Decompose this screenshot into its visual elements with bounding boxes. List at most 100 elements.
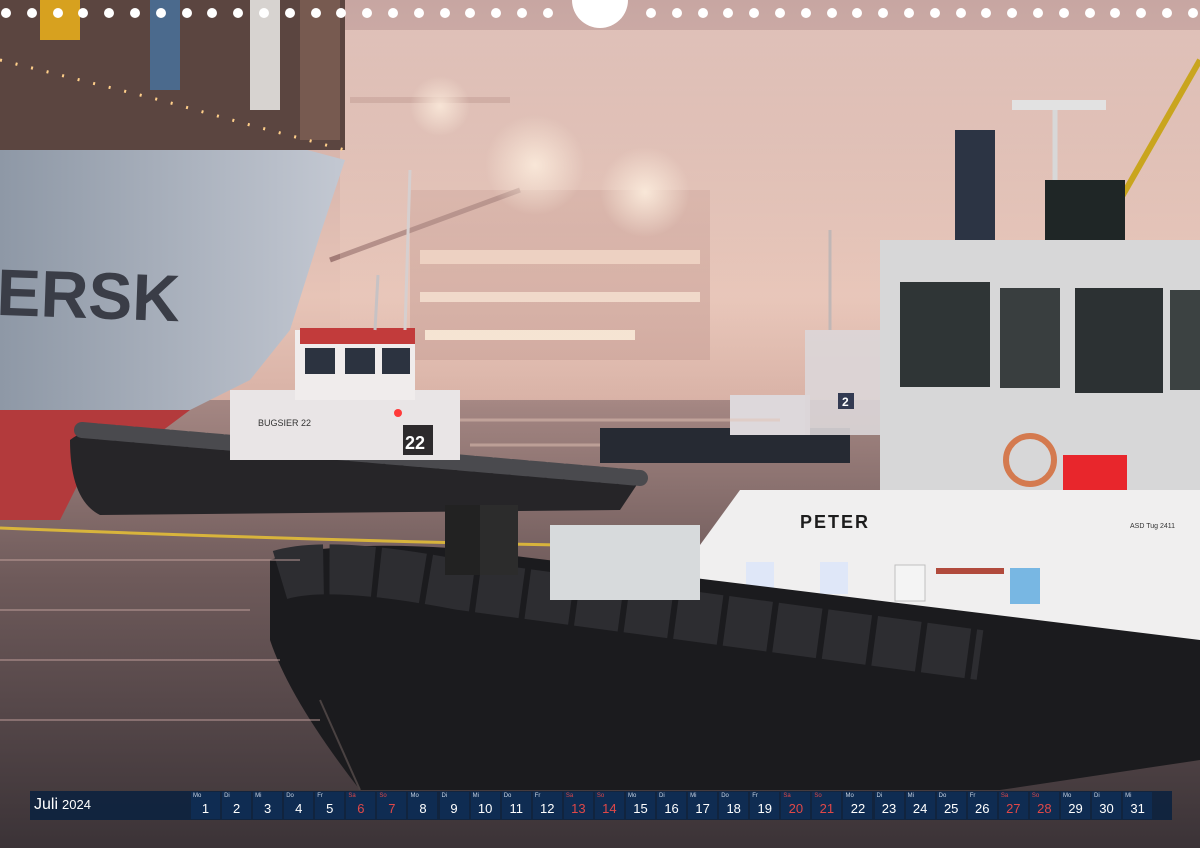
day-number: 23 — [881, 801, 897, 816]
binding-hole — [1007, 8, 1018, 18]
tug-left-name: BUGSIER 22 — [258, 418, 311, 428]
weekday-abbrev: Sa — [565, 793, 574, 799]
day-number: 16 — [664, 801, 679, 816]
day-number: 22 — [850, 801, 866, 816]
calendar-day: Di 23 — [874, 792, 904, 819]
binding-hole — [259, 8, 269, 18]
day-number: 30 — [1099, 801, 1114, 816]
day-number: 4 — [295, 801, 303, 816]
binding-hole — [284, 8, 295, 18]
binding-hole — [491, 8, 502, 18]
calendar-day: Di 9 — [439, 792, 469, 819]
day-number: 17 — [695, 801, 710, 816]
weekday-abbrev: Mi — [255, 793, 262, 799]
binding-hole — [749, 8, 760, 18]
weekday-abbrev: Mi — [907, 793, 914, 799]
calendar-day: Mi 3 — [253, 792, 283, 819]
weekday-abbrev: Sa — [1000, 793, 1009, 799]
binding-hole — [929, 8, 940, 18]
binding-hole — [181, 8, 192, 18]
day-number: 14 — [602, 801, 617, 816]
binding-hole — [310, 8, 321, 18]
day-number: 9 — [450, 801, 458, 816]
binding-hole — [233, 8, 244, 18]
calendar-day: Sa 13 — [563, 792, 593, 819]
day-number: 1 — [201, 801, 210, 816]
month-label: Juli 2024 — [34, 796, 91, 814]
binding-hole — [26, 8, 37, 18]
calendar-day: Fr 5 — [315, 792, 345, 819]
calendar-day: Di 30 — [1092, 792, 1122, 819]
day-number: 31 — [1130, 801, 1145, 816]
weekday-abbrev: Mi — [690, 793, 697, 799]
binding-hole — [465, 8, 476, 18]
tug-left-number: 22 — [405, 433, 425, 453]
binding-hole — [1136, 8, 1147, 18]
day-number: 5 — [326, 801, 334, 816]
calendar-day: Sa 27 — [998, 792, 1028, 819]
calendar-day: Mo 15 — [625, 792, 655, 819]
weekday-abbrev: Di — [441, 793, 448, 799]
day-number: 24 — [912, 801, 928, 816]
weekday-abbrev: Mi — [472, 793, 479, 799]
weekday-abbrev: Di — [224, 793, 230, 799]
binding-hole — [981, 8, 992, 18]
calendar-day: Di 2 — [222, 792, 252, 819]
day-number: 12 — [540, 801, 555, 816]
tug-front-plate: ASD Tug 2411 — [1130, 523, 1175, 530]
binding-hole — [1110, 8, 1121, 18]
weekday-abbrev: Sa — [783, 793, 791, 799]
weekday-abbrev: Mi — [1125, 793, 1132, 799]
weekday-abbrev: So — [814, 793, 822, 799]
binding-hole — [130, 8, 140, 18]
weekday-abbrev: So — [1031, 793, 1040, 799]
harbor-scene: ERSK 22 BUGSIER 22 2 PETER ASD Tug 2411 — [0, 0, 1200, 848]
binding-hole — [1162, 8, 1172, 18]
calendar-day: Mi 17 — [688, 792, 718, 819]
binding-hole — [517, 8, 527, 18]
binding-hole — [955, 8, 966, 18]
weekday-abbrev: Mo — [410, 793, 419, 799]
day-number: 8 — [419, 801, 427, 816]
day-number: 28 — [1037, 801, 1052, 816]
binding-hole — [336, 8, 347, 18]
weekday-abbrev: Do — [503, 793, 512, 799]
day-number: 2 — [232, 801, 241, 816]
day-number: 25 — [943, 801, 959, 816]
binding-hole — [775, 8, 785, 18]
calendar-day: Fr 19 — [750, 792, 780, 819]
calendar-day: Sa 6 — [346, 792, 376, 819]
binding-hole — [878, 8, 889, 18]
day-number: 27 — [1006, 801, 1021, 816]
day-number: 10 — [477, 801, 493, 816]
weekday-abbrev: Di — [876, 793, 883, 799]
weekday-abbrev: Do — [938, 793, 947, 799]
weekday-abbrev: Fr — [969, 793, 976, 799]
weekday-abbrev: Fr — [317, 793, 323, 799]
binding-hole — [697, 8, 708, 18]
binding-hole — [78, 8, 89, 18]
binding-hole — [852, 8, 863, 18]
calendar-day: Mo 8 — [408, 792, 438, 819]
tug-front-name: PETER — [800, 512, 870, 532]
day-number: 7 — [388, 801, 396, 816]
binding-hole — [1058, 8, 1069, 18]
day-number: 13 — [571, 801, 586, 816]
calendar-day: Do 4 — [284, 792, 314, 819]
calendar-day: Sa 20 — [781, 792, 811, 819]
day-number: 11 — [509, 801, 523, 816]
day-number: 15 — [633, 801, 648, 816]
binding-hole — [388, 8, 398, 18]
harbor-photo: ERSK 22 BUGSIER 22 2 PETER ASD Tug 2411 — [0, 0, 1200, 848]
binding-hole — [1, 8, 11, 18]
calendar-day: So 7 — [377, 792, 407, 819]
weekday-abbrev: Mo — [1062, 793, 1072, 799]
binding-hole — [542, 8, 553, 18]
binding-hole — [155, 8, 166, 18]
calendar-day: Do 11 — [501, 792, 531, 819]
weekday-abbrev: Fr — [534, 793, 541, 799]
ship-bow-lettering: ERSK — [0, 255, 182, 335]
day-number: 21 — [819, 801, 835, 816]
binding-hole — [104, 8, 115, 18]
calendar-day: Do 18 — [719, 792, 749, 819]
